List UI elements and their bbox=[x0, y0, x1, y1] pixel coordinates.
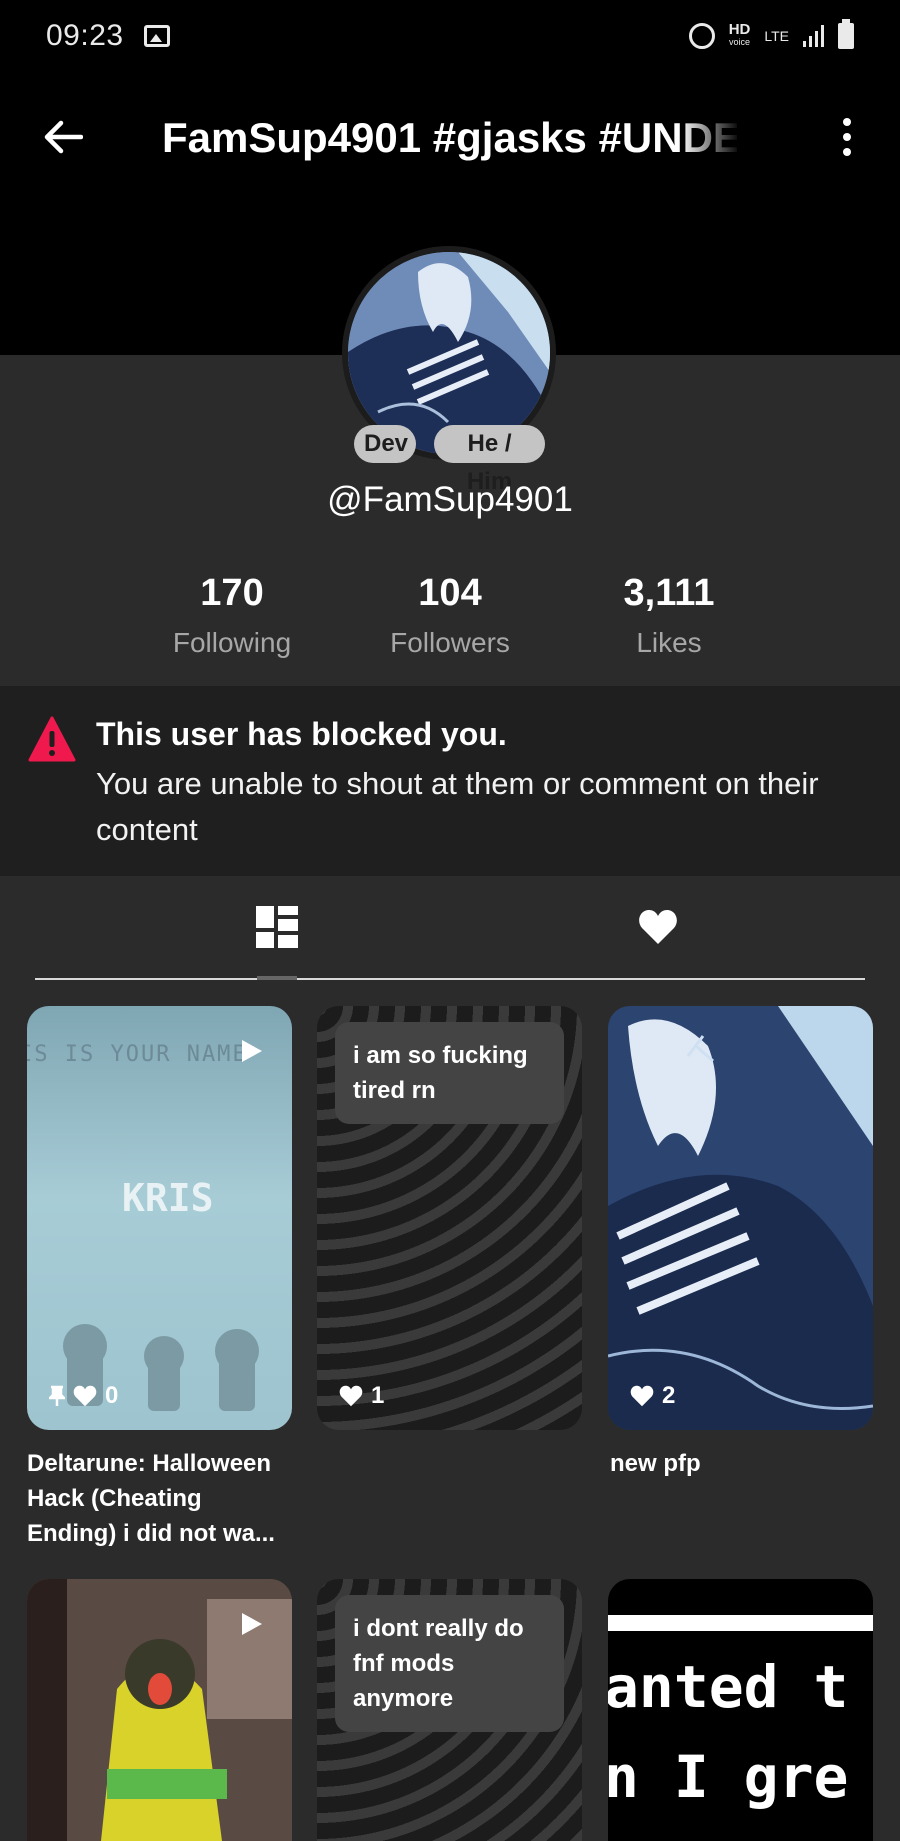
post-stats: 0 bbox=[49, 1382, 118, 1410]
gallery-notification-icon bbox=[143, 25, 170, 47]
heart-icon bbox=[639, 910, 677, 944]
post-card[interactable]: 2 bbox=[608, 1006, 873, 1430]
warning-icon bbox=[28, 716, 76, 762]
back-button[interactable] bbox=[38, 112, 88, 162]
like-count: 2 bbox=[662, 1382, 676, 1409]
post-stats: 1 bbox=[339, 1382, 384, 1410]
video-thumbnail: IS IS YOUR NAME KRIS bbox=[27, 1042, 259, 1411]
arrow-left-icon bbox=[44, 120, 83, 154]
like-count: 1 bbox=[371, 1382, 385, 1409]
profile-stats: 170 Following 104 Followers 3,111 Likes bbox=[0, 572, 900, 672]
profile-tabs bbox=[35, 876, 865, 980]
lte-icon: LTE bbox=[764, 28, 789, 44]
tab-liked[interactable] bbox=[558, 876, 758, 978]
followers-label: Followers bbox=[390, 627, 510, 658]
post-card[interactable]: IS IS YOUR NAME KRIS 0 bbox=[27, 1006, 292, 1430]
dev-badge: Dev bbox=[354, 425, 416, 463]
heart-icon bbox=[630, 1385, 654, 1407]
post-card[interactable] bbox=[27, 1579, 292, 1841]
tab-posts[interactable] bbox=[177, 876, 377, 980]
post-caption[interactable]: new pfp bbox=[610, 1446, 860, 1481]
likes-stat[interactable]: 3,111 Likes bbox=[559, 572, 779, 659]
following-label: Following bbox=[172, 627, 292, 658]
status-bar: 09:23 HD voice LTE bbox=[0, 0, 900, 72]
post-stats: 2 bbox=[630, 1382, 675, 1410]
title-fade bbox=[680, 108, 740, 168]
like-count: 0 bbox=[105, 1382, 119, 1409]
play-icon bbox=[242, 1613, 262, 1635]
play-icon bbox=[242, 1040, 262, 1062]
blocked-title: This user has blocked you. bbox=[96, 716, 507, 752]
heart-icon bbox=[339, 1385, 363, 1407]
signal-icon bbox=[803, 25, 824, 47]
post-caption[interactable]: Deltarune: Halloween Hack (Cheating Endi… bbox=[27, 1446, 297, 1551]
status-icons: HD voice LTE bbox=[688, 19, 854, 49]
blocked-notice: This user has blocked you. You are unabl… bbox=[0, 686, 900, 876]
followers-count: 104 bbox=[418, 572, 482, 614]
post-card[interactable]: anted t n I gre bbox=[608, 1579, 873, 1841]
alarm-icon bbox=[688, 23, 715, 49]
svg-text:IS IS YOUR NAME: IS IS YOUR NAME bbox=[27, 1042, 248, 1067]
avatar-image bbox=[348, 252, 550, 454]
post-card[interactable]: i dont really do fnf mods anymore bbox=[317, 1579, 582, 1841]
likes-count: 3,111 bbox=[623, 572, 715, 614]
followers-stat[interactable]: 104 Followers bbox=[340, 572, 560, 659]
heart-icon bbox=[73, 1385, 97, 1407]
status-time: 09:23 bbox=[46, 19, 124, 52]
svg-text:n I gre: n I gre bbox=[608, 1743, 848, 1811]
username-handle: @FamSup4901 bbox=[327, 480, 573, 519]
grid-icon bbox=[256, 906, 298, 948]
text-post-bubble: i am so fucking tired rn bbox=[335, 1022, 564, 1124]
likes-label: Likes bbox=[636, 627, 702, 658]
following-stat[interactable]: 170 Following bbox=[122, 572, 342, 659]
text-post-bubble: i dont really do fnf mods anymore bbox=[335, 1595, 564, 1732]
more-options-button[interactable] bbox=[832, 112, 862, 162]
svg-text:anted t: anted t bbox=[608, 1653, 848, 1721]
page-title: FamSup4901 #gjasks #UNDE bbox=[162, 114, 737, 161]
hd-voice-icon: HD voice bbox=[728, 21, 751, 47]
battery-icon bbox=[838, 19, 854, 49]
svg-text:KRIS: KRIS bbox=[122, 1176, 214, 1220]
pin-icon bbox=[49, 1385, 65, 1406]
image-thumbnail: anted t n I gre bbox=[608, 1615, 873, 1811]
following-count: 170 bbox=[200, 572, 264, 614]
image-thumbnail bbox=[608, 1006, 873, 1430]
blocked-text: You are unable to shout at them or comme… bbox=[96, 766, 819, 847]
post-card[interactable]: i am so fucking tired rn 1 bbox=[317, 1006, 582, 1430]
pronoun-badge: He / Him bbox=[434, 425, 545, 495]
